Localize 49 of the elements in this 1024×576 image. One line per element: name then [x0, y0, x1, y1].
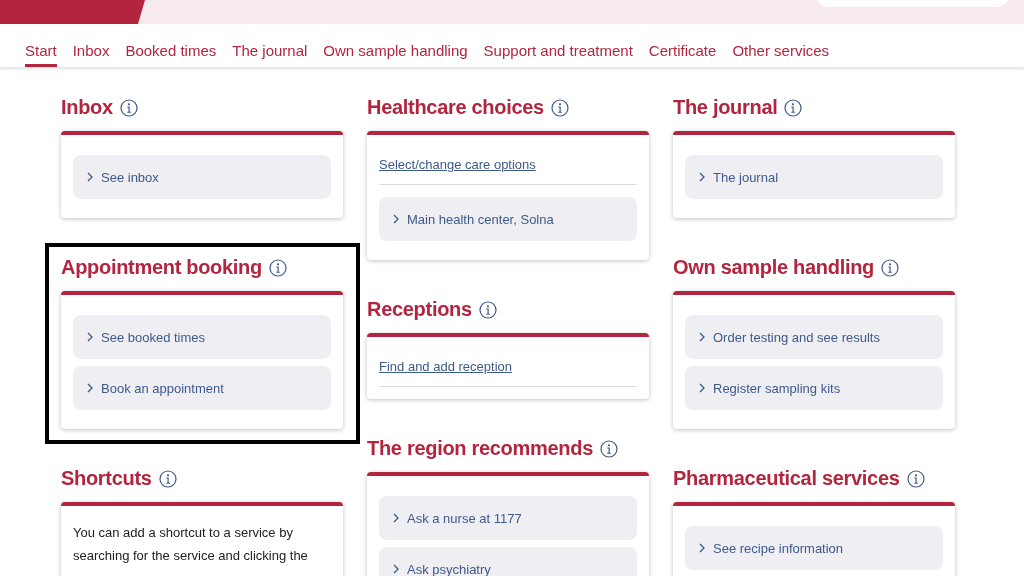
nav-tab[interactable]: The journal: [232, 24, 308, 67]
chevron-right-icon: [699, 172, 705, 182]
service-button[interactable]: See inbox: [73, 155, 331, 199]
service-button[interactable]: Main health center, Solna: [379, 197, 637, 241]
help-text: You can add a shortcut to a service by searching for the service and clicking the: [73, 524, 309, 565]
section-title: Shortcuts: [61, 467, 152, 490]
info-icon[interactable]: [600, 439, 618, 458]
section-title: Receptions: [367, 298, 472, 321]
info-icon[interactable]: [550, 98, 569, 117]
info-icon[interactable]: [268, 258, 287, 277]
service-button[interactable]: Ask a nurse at 1177: [379, 496, 637, 540]
section-title: Pharmaceutical services: [673, 467, 900, 490]
section-title: Own sample handling: [673, 256, 874, 279]
section-title: The journal: [673, 96, 778, 119]
info-icon[interactable]: [119, 98, 138, 117]
info-icon[interactable]: [906, 469, 925, 488]
service-button[interactable]: Order testing and see results: [685, 315, 943, 359]
nav-tab[interactable]: Other services: [732, 24, 830, 67]
nav-tab[interactable]: Inbox: [72, 24, 110, 67]
service-button[interactable]: Register sampling kits: [685, 366, 943, 410]
chevron-right-icon: [393, 214, 399, 224]
service-button[interactable]: See booked times: [73, 315, 331, 359]
nav-tab[interactable]: Own sample handling: [323, 24, 468, 67]
section-title: Healthcare choices: [367, 96, 544, 119]
chevron-right-icon: [699, 332, 705, 342]
info-icon[interactable]: [881, 258, 899, 277]
info-icon[interactable]: [784, 98, 803, 117]
nav-tab[interactable]: Start: [25, 24, 57, 67]
service-button[interactable]: Book an appointment: [73, 366, 331, 410]
chevron-right-icon: [699, 543, 705, 553]
section-title: Inbox: [61, 96, 113, 119]
info-icon[interactable]: [478, 300, 497, 319]
section-title: Appointment booking: [61, 256, 262, 279]
chevron-right-icon: [87, 383, 93, 393]
section-title: The region recommends: [367, 437, 593, 460]
nav-tab[interactable]: Support and treatment: [483, 24, 633, 67]
info-icon[interactable]: [158, 469, 177, 488]
chevron-right-icon: [87, 332, 93, 342]
care-link[interactable]: Find and add reception: [379, 359, 637, 387]
chevron-right-icon: [393, 564, 399, 574]
care-link[interactable]: Select/change care options: [379, 157, 637, 185]
service-button[interactable]: The journal: [685, 155, 943, 199]
chevron-right-icon: [87, 172, 93, 182]
chevron-right-icon: [393, 513, 399, 523]
nav-tab[interactable]: Booked times: [125, 24, 217, 67]
service-button[interactable]: Ask psychiatry: [379, 547, 637, 576]
chevron-right-icon: [699, 383, 705, 393]
nav-tab[interactable]: Certificate: [648, 24, 717, 67]
service-button[interactable]: See recipe information: [685, 526, 943, 570]
